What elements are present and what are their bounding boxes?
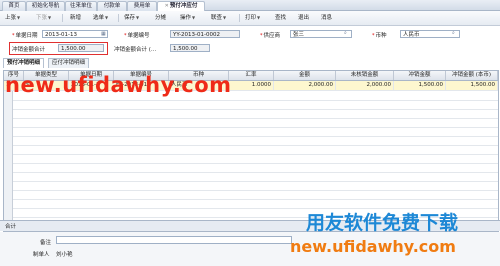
- watermark-url-2: new.ufidawhy.com: [290, 237, 456, 256]
- docno-label: *单据编号: [124, 33, 150, 39]
- message-button[interactable]: 消息: [321, 14, 332, 22]
- supplier-label: *供应商: [260, 33, 281, 39]
- currency-label: *币种: [372, 33, 387, 39]
- row-number-cell: [4, 145, 13, 154]
- search-icon[interactable]: ⌕: [344, 30, 347, 36]
- col-header[interactable]: 汇率: [229, 71, 274, 80]
- calendar-icon[interactable]: ▦: [101, 31, 106, 37]
- col-header[interactable]: 未核销金额: [336, 71, 394, 80]
- toolbar: 上张▼ 下张▼ 新增 选单▼ 保存▼ 分摊 操作▼ 联查▼ 打印▼ 查找 退出 …: [0, 11, 500, 26]
- watermark-title: 用友软件免费下载: [306, 212, 459, 234]
- find-button[interactable]: 查找: [275, 14, 286, 22]
- row-number-cell: [4, 100, 13, 109]
- row-number-cell: [4, 181, 13, 190]
- currency-field[interactable]: 人民币: [400, 30, 460, 38]
- prev-button[interactable]: 上张▼: [5, 14, 20, 22]
- row-number-cell: [4, 109, 13, 118]
- remark-label: 备注: [40, 240, 52, 246]
- row-number-cell: [4, 163, 13, 172]
- offset-total-label: 冲销金额合计: [12, 47, 46, 53]
- row-number-cell: [4, 172, 13, 181]
- cell-unverified: 2,000.00: [336, 81, 394, 90]
- cell-offset-local: 1,500.00: [446, 81, 498, 90]
- date-field[interactable]: 2013-01-13: [42, 30, 108, 38]
- maker-label: 制单人: [33, 252, 50, 258]
- offset-total-local-label: 冲销金额合计 (…: [114, 47, 157, 53]
- search-icon[interactable]: ⌕: [452, 30, 455, 36]
- link-query-button[interactable]: 联查▼: [211, 14, 226, 22]
- row-number-cell: [4, 136, 13, 145]
- toolbar-separator: [239, 14, 240, 22]
- tab-payment[interactable]: 付款单: [97, 1, 127, 11]
- tab-prepay-offset-label: 预付冲应付: [169, 3, 198, 9]
- maker-value: 刘小艳: [56, 252, 73, 258]
- tab-partners[interactable]: 往来单位: [65, 1, 97, 11]
- cell-rate: 1.0000: [229, 81, 274, 90]
- total-label: 合计: [5, 224, 17, 230]
- cell-amount: 2,000.00: [274, 81, 336, 90]
- tab-home[interactable]: 首页: [2, 1, 26, 11]
- close-icon[interactable]: ✕: [165, 3, 169, 9]
- select-button[interactable]: 选单▼: [93, 14, 108, 22]
- col-header[interactable]: 金额: [274, 71, 336, 80]
- row-number-cell: [4, 199, 13, 208]
- remark-field[interactable]: [56, 236, 292, 244]
- supplier-field[interactable]: 张三: [290, 30, 352, 38]
- next-button[interactable]: 下张▼: [36, 14, 51, 22]
- row-number-cell: [4, 118, 13, 127]
- save-button[interactable]: 保存▼: [124, 14, 139, 22]
- tab-payable-detail[interactable]: 应付冲销明细: [48, 58, 90, 68]
- offset-total-local-field: 1,500.00: [170, 44, 210, 52]
- watermark-url: new.ufidawhy.com: [5, 73, 232, 97]
- cell-offset[interactable]: 1,500.00: [394, 81, 446, 90]
- allocate-button[interactable]: 分摊: [155, 14, 166, 22]
- operation-button[interactable]: 操作▼: [180, 14, 195, 22]
- tab-expense[interactable]: 费用单: [127, 1, 157, 11]
- new-button[interactable]: 新增: [70, 14, 81, 22]
- tab-init-nav[interactable]: 初始化导航: [26, 1, 65, 11]
- offset-total-field: 1,500.00: [58, 44, 104, 52]
- col-header[interactable]: 冲销金额: [394, 71, 446, 80]
- toolbar-separator: [62, 14, 63, 22]
- print-button[interactable]: 打印▼: [245, 14, 260, 22]
- docno-field[interactable]: YY-2013-01-0002: [170, 30, 240, 38]
- row-number-cell: [4, 208, 13, 217]
- exit-button[interactable]: 退出: [298, 14, 309, 22]
- toolbar-separator: [118, 14, 119, 22]
- row-number-cell: [4, 154, 13, 163]
- tab-bar: 首页 初始化导航 往来单位 付款单 费用单 ✕预付冲应付: [0, 0, 500, 11]
- tab-prepay-detail[interactable]: 预付冲销明细: [3, 58, 45, 68]
- row-number-cell: [4, 190, 13, 199]
- row-number-cell: [4, 127, 13, 136]
- tab-prepay-offset[interactable]: ✕预付冲应付: [157, 1, 205, 11]
- date-label: *单据日期: [12, 33, 38, 39]
- col-header[interactable]: 冲销金额 (本币): [446, 71, 498, 80]
